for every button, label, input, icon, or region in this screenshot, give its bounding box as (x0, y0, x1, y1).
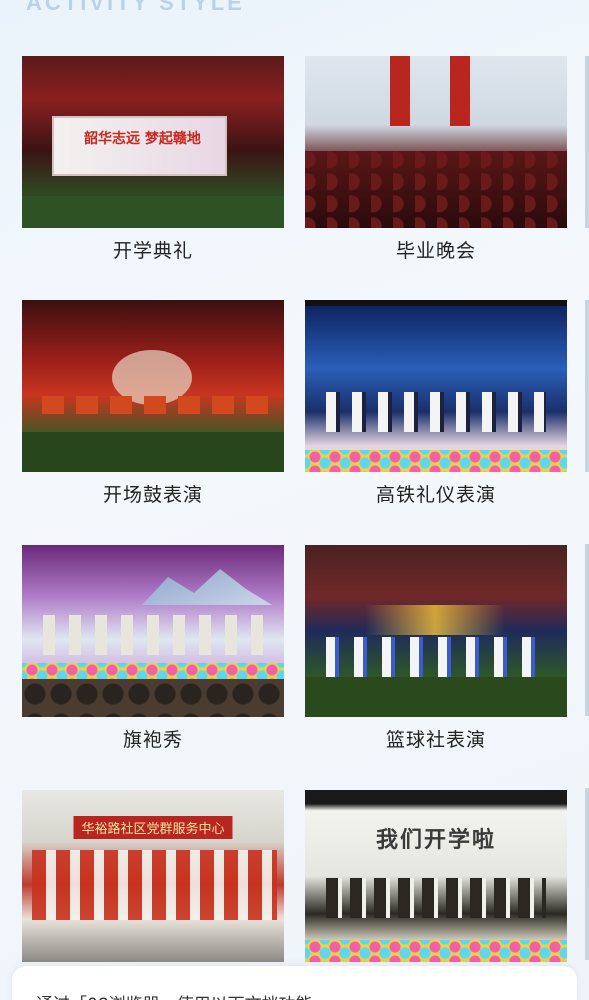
gallery-caption: 旗袍秀 (122, 729, 183, 751)
audience-heads (22, 679, 284, 717)
building-sign: 华裕路社区党群服务中心 (73, 816, 233, 839)
gallery-card-graduation-party[interactable]: 毕业晚会 (305, 56, 567, 263)
flower-border (22, 196, 284, 228)
stage-banner-text: 韶华志远 梦起赣地 (84, 131, 201, 147)
mountain-backdrop (142, 569, 272, 605)
gallery-card-basketball-club-show[interactable]: 篮球社表演 (305, 545, 567, 752)
gallery-card-qipao-show[interactable]: 旗袍秀 (22, 545, 284, 752)
gallery-caption: 开场鼓表演 (102, 484, 203, 506)
community-volunteers-photo: 华裕路社区党群服务中心 (22, 790, 284, 962)
drum-performance-photo (22, 300, 284, 472)
flower-border (305, 677, 567, 717)
gallery-card-school-start[interactable]: 我们开学啦 (305, 790, 567, 962)
basketball-show-photo (305, 545, 567, 717)
students-row (325, 878, 547, 918)
gallery-caption: 毕业晚会 (395, 240, 476, 262)
gallery-card-opening-ceremony[interactable]: 韶华志远 梦起赣地 开学典礼 (22, 56, 284, 263)
stage-lights (305, 300, 567, 306)
balloons-row (22, 663, 284, 679)
section-title: ACTIVITY STYLE (26, 0, 245, 15)
red-banner-right (450, 56, 470, 126)
gallery-caption: 开学典礼 (112, 240, 193, 262)
backdrop-title: 我们开学啦 (375, 827, 497, 853)
stage-light-beam (365, 605, 505, 635)
models-row (42, 615, 264, 655)
opening-ceremony-photo: 韶华志远 梦起赣地 (22, 56, 284, 228)
balloons-row (305, 450, 567, 472)
gallery-card-community-volunteers[interactable]: 华裕路社区党群服务中心 (22, 790, 284, 962)
volunteer-group (32, 850, 277, 920)
red-banner-left (390, 56, 410, 126)
qipao-show-photo (22, 545, 284, 717)
next-column-edge (585, 56, 589, 966)
balloons-row (305, 940, 567, 962)
gallery-caption: 高铁礼仪表演 (375, 484, 496, 506)
school-start-photo: 我们开学啦 (305, 790, 567, 962)
bottom-sheet-text: 通过「08浏览器」使用以下文档功能 (36, 990, 313, 1000)
dancers-row (325, 637, 547, 677)
gallery-card-rail-etiquette-show[interactable]: 高铁礼仪表演 (305, 300, 567, 507)
gallery-caption: 篮球社表演 (385, 729, 486, 751)
rail-etiquette-photo (305, 300, 567, 472)
graduates-crowd (305, 150, 567, 228)
bottom-sheet[interactable]: 通过「08浏览器」使用以下文档功能 (12, 966, 577, 1000)
drums-row (42, 396, 272, 414)
gallery-card-drum-performance[interactable]: 开场鼓表演 (22, 300, 284, 507)
graduation-party-photo (305, 56, 567, 228)
foreground-plants (22, 432, 284, 472)
performers-row (325, 392, 547, 432)
